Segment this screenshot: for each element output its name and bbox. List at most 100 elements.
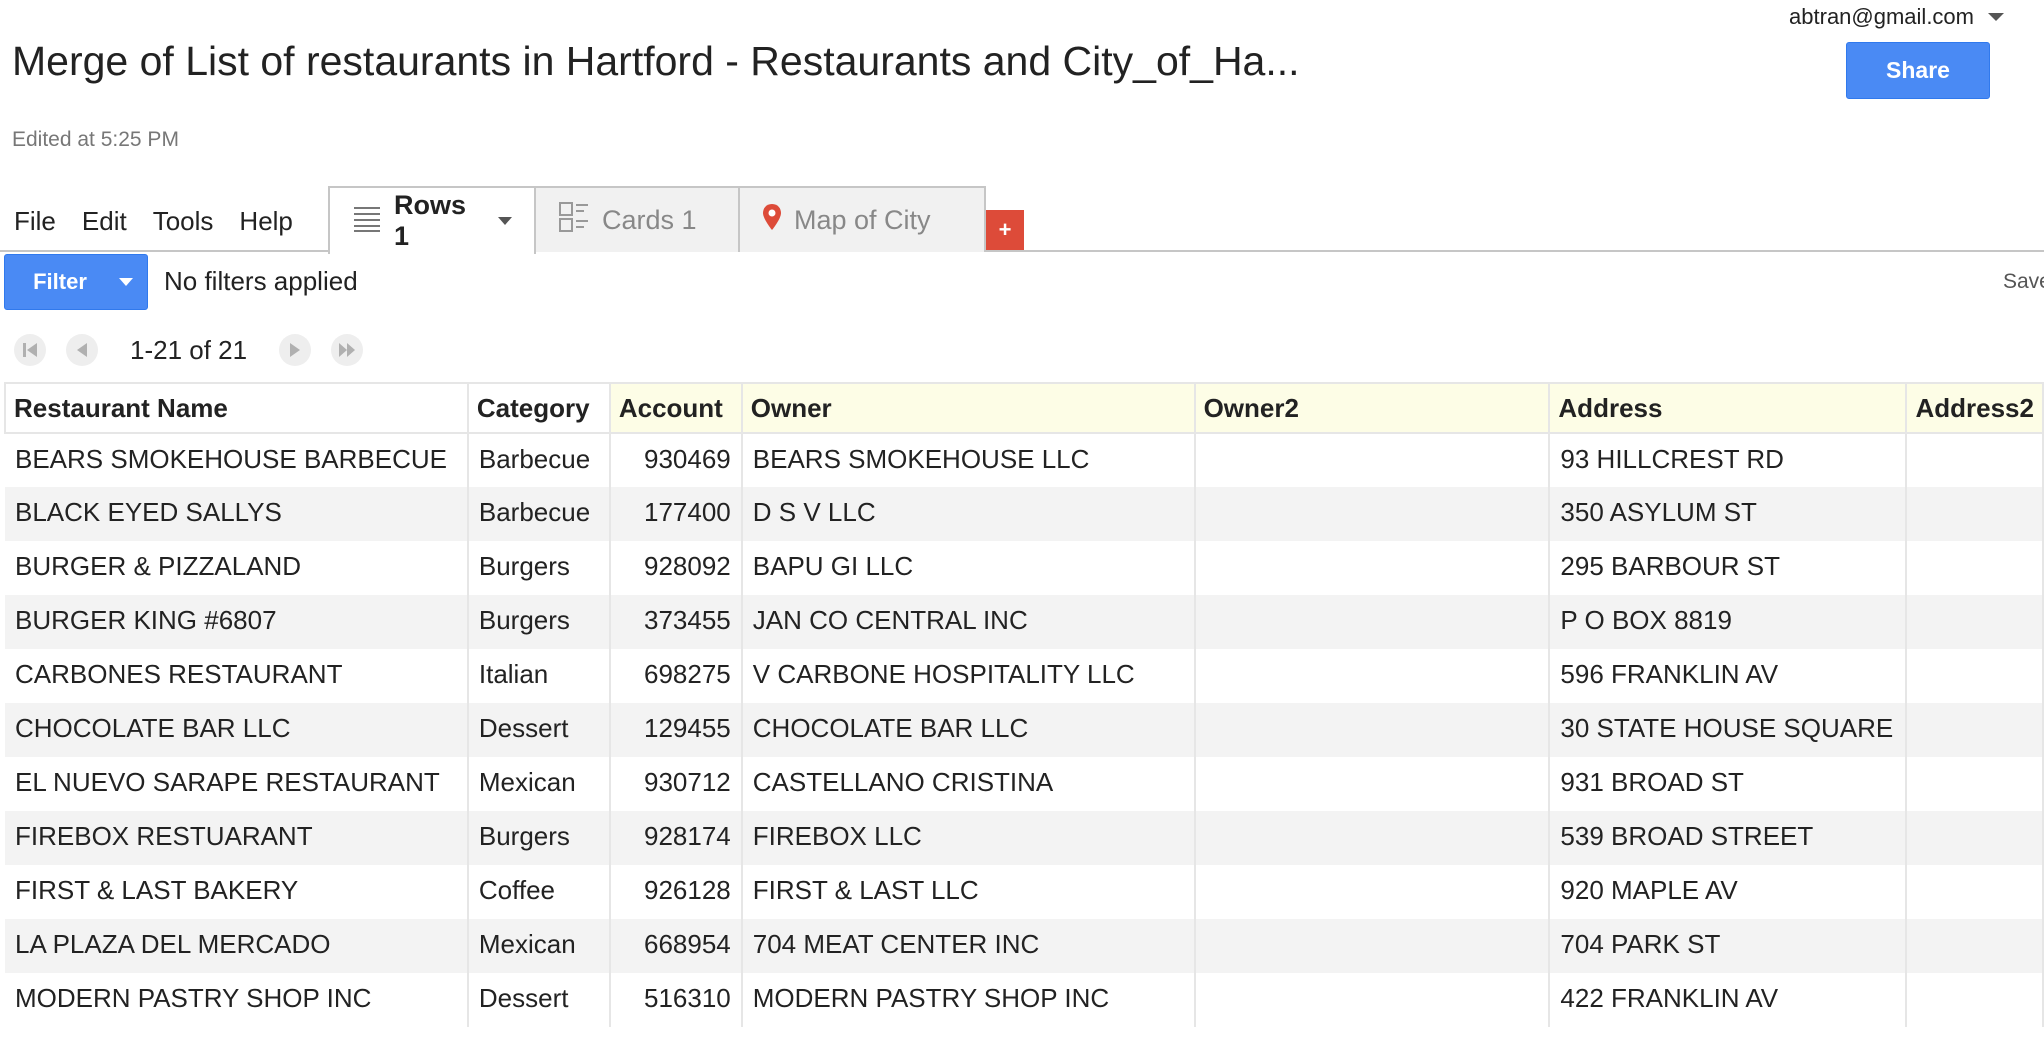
menu-tools[interactable]: Tools	[153, 206, 214, 237]
table-row[interactable]: LA PLAZA DEL MERCADO Mexican 668954 704 MEA…	[5, 919, 2044, 973]
tab-map-of-city[interactable]: Map of City	[738, 186, 986, 252]
cell-owner: FIREBOX LLC	[741, 811, 1196, 865]
cell-address2	[1906, 973, 2044, 1027]
cell-address2	[1906, 487, 2044, 541]
table-row[interactable]: FIRST & LAST BAKERY Coffee 926128 FIRST & L…	[5, 865, 2044, 919]
column-header-category[interactable]: Category	[466, 382, 611, 434]
cell-address2	[1906, 919, 2044, 973]
tab-divider	[0, 250, 2044, 252]
cell-restaurant-name: BEARS SMOKEHOUSE BARBECUE	[5, 433, 469, 487]
cell-owner2	[1194, 973, 1551, 1027]
cell-address2	[1906, 433, 2044, 487]
cell-owner: MODERN PASTRY SHOP INC	[741, 973, 1196, 1027]
filter-button-label: Filter	[33, 269, 87, 294]
table-row[interactable]: BEARS SMOKEHOUSE BARBECUE Barbecue 930469 B…	[5, 433, 2044, 487]
cell-owner: D S V LLC	[741, 487, 1196, 541]
table-row[interactable]: BURGER & PIZZALAND Burgers 928092 BAPU GI L…	[5, 541, 2044, 595]
cell-category: Barbecue	[467, 433, 611, 487]
table-row[interactable]: CARBONES RESTAURANT Italian 698275 V CARBON…	[5, 649, 2044, 703]
column-header-address2[interactable]: Address2	[1905, 382, 2044, 434]
column-header-address[interactable]: Address	[1548, 382, 1908, 434]
cell-address: P O BOX 8819	[1549, 595, 1908, 649]
cell-restaurant-name: BURGER KING #6807	[5, 595, 469, 649]
tab-map-label: Map of City	[794, 204, 931, 235]
cell-address2	[1906, 541, 2044, 595]
cell-restaurant-name: LA PLAZA DEL MERCADO	[5, 919, 469, 973]
cell-owner2	[1194, 541, 1551, 595]
save-link[interactable]: Save	[2003, 270, 2044, 294]
cell-account: 668954	[609, 919, 743, 973]
add-tab-button[interactable]: +	[986, 210, 1024, 250]
cell-owner2	[1194, 433, 1551, 487]
data-table: Restaurant Name Category Account Owner O…	[4, 382, 2044, 1027]
table-body: BEARS SMOKEHOUSE BARBECUE Barbecue 930469 B…	[5, 433, 2044, 1027]
last-edited-status: Edited at 5:25 PM	[12, 128, 179, 151]
table-row[interactable]: BLACK EYED SALLYS Barbecue 177400 D S V LLC…	[5, 487, 2044, 541]
cell-category: Mexican	[467, 757, 611, 811]
cell-address2	[1906, 703, 2044, 757]
cell-restaurant-name: MODERN PASTRY SHOP INC	[5, 973, 469, 1027]
table-row[interactable]: CHOCOLATE BAR LLC Dessert 129455 CHOCOLATE …	[5, 703, 2044, 757]
column-header-owner2[interactable]: Owner2	[1193, 382, 1551, 434]
share-button[interactable]: Share	[1846, 42, 1990, 99]
cell-address: 93 HILLCREST RD	[1549, 433, 1908, 487]
cell-restaurant-name: CHOCOLATE BAR LLC	[5, 703, 469, 757]
cell-restaurant-name: EL NUEVO SARAPE RESTAURANT	[5, 757, 469, 811]
account-menu[interactable]: abtran@gmail.com	[1789, 4, 2004, 30]
filter-status: No filters applied	[164, 266, 358, 296]
cell-category: Burgers	[467, 811, 611, 865]
cell-address2	[1906, 595, 2044, 649]
menu-bar: File Edit Tools Help	[14, 206, 293, 237]
table-row[interactable]: MODERN PASTRY SHOP INC Dessert 516310 MODER…	[5, 973, 2044, 1027]
menu-file[interactable]: File	[14, 206, 56, 237]
cell-restaurant-name: BURGER & PIZZALAND	[5, 541, 469, 595]
cell-account: 930469	[609, 433, 743, 487]
cell-restaurant-name: FIRST & LAST BAKERY	[5, 865, 469, 919]
cell-account: 928174	[609, 811, 743, 865]
tab-rows-label: Rows 1	[394, 190, 467, 251]
cell-owner2	[1194, 487, 1551, 541]
cell-owner2	[1194, 757, 1551, 811]
first-page-icon[interactable]	[14, 334, 46, 366]
cell-category: Italian	[467, 649, 611, 703]
table-header-row: Restaurant Name Category Account Owner O…	[4, 382, 2044, 434]
cell-restaurant-name: BLACK EYED SALLYS	[5, 487, 469, 541]
cell-owner: 704 MEAT CENTER INC	[741, 919, 1196, 973]
list-lines-icon	[352, 204, 382, 239]
tab-rows[interactable]: Rows 1	[328, 186, 536, 254]
table-row[interactable]: EL NUEVO SARAPE RESTAURANT Mexican 930712 C…	[5, 757, 2044, 811]
page-title: Merge of List of restaurants in Hartford…	[12, 38, 1300, 84]
cell-category: Dessert	[467, 973, 611, 1027]
cell-category: Burgers	[467, 541, 611, 595]
column-header-account[interactable]: Account	[608, 382, 743, 434]
cell-owner2	[1194, 649, 1551, 703]
column-header-restaurant-name[interactable]: Restaurant Name	[4, 382, 469, 434]
cell-address2	[1906, 865, 2044, 919]
cell-address: 295 BARBOUR ST	[1549, 541, 1908, 595]
map-pin-icon	[762, 203, 782, 238]
cell-account: 516310	[609, 973, 743, 1027]
table-row[interactable]: FIREBOX RESTUARANT Burgers 928174 FIREBOX L…	[5, 811, 2044, 865]
last-page-icon[interactable]	[331, 334, 364, 366]
cell-address: 920 MAPLE AV	[1549, 865, 1908, 919]
cell-category: Coffee	[467, 865, 611, 919]
chevron-down-icon	[119, 278, 133, 286]
column-header-owner[interactable]: Owner	[740, 382, 1196, 434]
cell-account: 373455	[609, 595, 743, 649]
next-page-icon[interactable]	[279, 334, 312, 366]
tab-cards[interactable]: Cards 1	[534, 186, 740, 252]
cell-owner: BAPU GI LLC	[741, 541, 1196, 595]
table-row[interactable]: BURGER KING #6807 Burgers 373455 JAN CO CEN…	[5, 595, 2044, 649]
cell-account: 177400	[609, 487, 743, 541]
cell-owner2	[1194, 865, 1551, 919]
prev-page-icon[interactable]	[66, 334, 98, 366]
cell-owner: BEARS SMOKEHOUSE LLC	[741, 433, 1196, 487]
menu-edit[interactable]: Edit	[82, 206, 127, 237]
cell-account: 928092	[609, 541, 743, 595]
pager: 1-21 of 21	[14, 334, 364, 366]
cell-category: Dessert	[467, 703, 611, 757]
cell-address2	[1906, 811, 2044, 865]
menu-help[interactable]: Help	[239, 206, 292, 237]
chevron-down-icon[interactable]	[498, 217, 512, 225]
filter-button[interactable]: Filter	[4, 254, 148, 310]
